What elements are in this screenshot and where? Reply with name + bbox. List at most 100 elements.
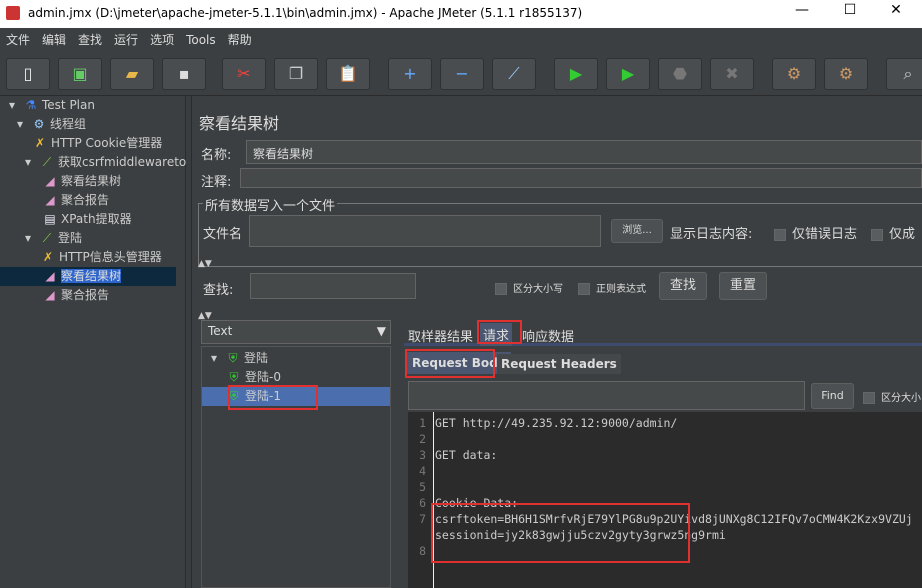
- tools-icon: ✗: [42, 250, 54, 264]
- tab-response-data[interactable]: 响应数据: [522, 326, 574, 345]
- search-label: 查找:: [203, 283, 234, 298]
- tree-item-get-csrf[interactable]: ▾ ⟋ 获取csrfmiddlewareto: [20, 153, 186, 172]
- tree-item-results-tree-selected[interactable]: ◢ 察看结果树: [0, 267, 176, 286]
- tree-item-aggregate-2[interactable]: ◢ 聚合报告: [42, 286, 109, 305]
- tree-item-test-plan[interactable]: ▾ ⚗ Test Plan: [4, 96, 95, 115]
- reset-button[interactable]: 重置: [719, 272, 767, 300]
- find-text-input[interactable]: [408, 381, 805, 410]
- find-text-button[interactable]: Find: [811, 383, 854, 409]
- listener-icon: ◢: [45, 193, 55, 207]
- clear-icon[interactable]: ⚙: [772, 58, 816, 90]
- tree-item-cookie-manager[interactable]: ✗ HTTP Cookie管理器: [32, 134, 162, 153]
- menu-tools[interactable]: Tools: [180, 30, 222, 50]
- clear-all-icon[interactable]: ⚙: [824, 58, 868, 90]
- expand-icon[interactable]: +: [388, 58, 432, 90]
- line-number: 6: [419, 496, 426, 510]
- flask-icon: ⚗: [25, 98, 37, 112]
- open-icon[interactable]: ▰: [110, 58, 154, 90]
- listener-icon: ◢: [45, 269, 55, 283]
- result-item[interactable]: ▾ ⛨ 登陆: [206, 349, 268, 368]
- tab-request-headers[interactable]: Request Headers: [497, 354, 621, 374]
- save-icon[interactable]: ▪: [162, 58, 206, 90]
- listener-icon: ◢: [45, 174, 55, 188]
- tree-item-xpath[interactable]: ▤ XPath提取器: [42, 210, 131, 229]
- menu-options[interactable]: 选项: [144, 28, 180, 51]
- tree-item-results-tree[interactable]: ◢ 察看结果树: [42, 172, 121, 191]
- start-icon[interactable]: ▶: [554, 58, 598, 90]
- menu-edit[interactable]: 编辑: [36, 28, 72, 51]
- search-input[interactable]: [250, 273, 416, 299]
- case-sensitive-checkbox[interactable]: 区分大小写: [495, 280, 563, 295]
- code-line: GET data:: [435, 448, 498, 462]
- shutdown-icon[interactable]: ✖: [710, 58, 754, 90]
- name-input[interactable]: 察看结果树: [246, 140, 922, 164]
- line-number: 4: [419, 464, 426, 478]
- test-plan-tree: ▾ ⚗ Test Plan ▾ ⚙ 线程组 ✗ HTTP Cookie管理器 ▾ ⟋ 获取cs…: [0, 96, 186, 588]
- sampler-icon: ⟋: [42, 231, 52, 245]
- toggle-icon[interactable]: ⟋: [492, 58, 536, 90]
- sampler-icon: ⟋: [42, 155, 52, 169]
- gear-icon: ⚙: [33, 117, 45, 131]
- tree-item-header-manager[interactable]: ✗ HTTP信息头管理器: [40, 248, 162, 267]
- tools-icon: ✗: [34, 136, 46, 150]
- filename-label: 文件名: [203, 227, 243, 242]
- menu-file[interactable]: 文件: [0, 28, 36, 51]
- regex-checkbox[interactable]: 正则表达式: [578, 280, 646, 295]
- renderer-select[interactable]: Text ▼: [201, 320, 391, 344]
- search-icon[interactable]: ⌕: [886, 58, 922, 90]
- menu-run[interactable]: 运行: [108, 28, 144, 51]
- split-divider[interactable]: [186, 96, 192, 588]
- start-no-pause-icon[interactable]: ▶: [606, 58, 650, 90]
- collapse-arrows-icon[interactable]: ▲▼: [198, 259, 212, 269]
- minimize-button[interactable]: —: [782, 2, 822, 24]
- filename-input[interactable]: [249, 215, 601, 247]
- file-group-title: 所有数据写入一个文件: [203, 195, 338, 214]
- log-label: 显示日志内容:: [670, 227, 753, 242]
- menu-help[interactable]: 帮助: [222, 28, 258, 51]
- highlight-box: [405, 349, 495, 378]
- highlight-box: [477, 320, 522, 344]
- close-button[interactable]: ✕: [876, 2, 916, 24]
- code-line: GET http://49.235.92.12:9000/admin/: [435, 416, 678, 430]
- highlight-box: [228, 385, 318, 410]
- tree-item-thread-group[interactable]: ▾ ⚙ 线程组: [12, 115, 86, 134]
- menu-search[interactable]: 查找: [72, 28, 108, 51]
- toolbar: ▯ ▣ ▰ ▪ ✂ ❐ 📋 + − ⟋ ▶ ▶ ⬣ ✖ ⚙ ⚙ ⌕: [0, 52, 922, 96]
- line-number: 7: [419, 512, 426, 526]
- line-number: 8: [419, 544, 426, 558]
- line-number: 5: [419, 480, 426, 494]
- tree-item-aggregate[interactable]: ◢ 聚合报告: [42, 191, 109, 210]
- highlight-box: [431, 503, 690, 563]
- maximize-button[interactable]: ☐: [830, 2, 870, 24]
- find-case-checkbox[interactable]: 区分大小: [863, 389, 921, 404]
- templates-icon[interactable]: ▣: [58, 58, 102, 90]
- paste-icon[interactable]: 📋: [326, 58, 370, 90]
- shield-check-icon: ⛨: [228, 351, 238, 365]
- stop-icon[interactable]: ⬣: [658, 58, 702, 90]
- window-title: admin.jmx (D:\jmeter\apache-jmeter-5.1.1…: [28, 6, 583, 20]
- listener-icon: ◢: [45, 288, 55, 302]
- jmeter-app-icon: [6, 6, 20, 20]
- tree-item-login[interactable]: ▾ ⟋ 登陆: [20, 229, 82, 248]
- new-icon[interactable]: ▯: [6, 58, 50, 90]
- name-label: 名称:: [201, 148, 232, 163]
- title-bar: admin.jmx (D:\jmeter\apache-jmeter-5.1.1…: [0, 0, 922, 28]
- cut-icon[interactable]: ✂: [222, 58, 266, 90]
- success-only-checkbox[interactable]: 仅成: [871, 223, 915, 242]
- copy-icon[interactable]: ❐: [274, 58, 318, 90]
- tab-sampler-result[interactable]: 取样器结果: [408, 326, 473, 345]
- find-button[interactable]: 查找: [659, 272, 707, 300]
- line-number: 3: [419, 448, 426, 462]
- comment-input[interactable]: [240, 168, 922, 188]
- panel-title: 察看结果树: [199, 114, 280, 133]
- menu-bar: 文件 编辑 查找 运行 选项 Tools 帮助: [0, 28, 922, 50]
- chevron-down-icon: ▼: [376, 324, 386, 338]
- line-number: 1: [419, 416, 426, 430]
- extractor-icon: ▤: [44, 212, 56, 226]
- line-number: 2: [419, 432, 426, 446]
- results-list: ▾ ⛨ 登陆 ⛨ 登陆-0 ⛨ 登陆-1: [201, 346, 391, 588]
- browse-button[interactable]: 浏览...: [611, 219, 663, 243]
- errors-only-checkbox[interactable]: 仅错误日志: [774, 223, 857, 242]
- collapse-icon[interactable]: −: [440, 58, 484, 90]
- comment-label: 注释:: [201, 175, 232, 190]
